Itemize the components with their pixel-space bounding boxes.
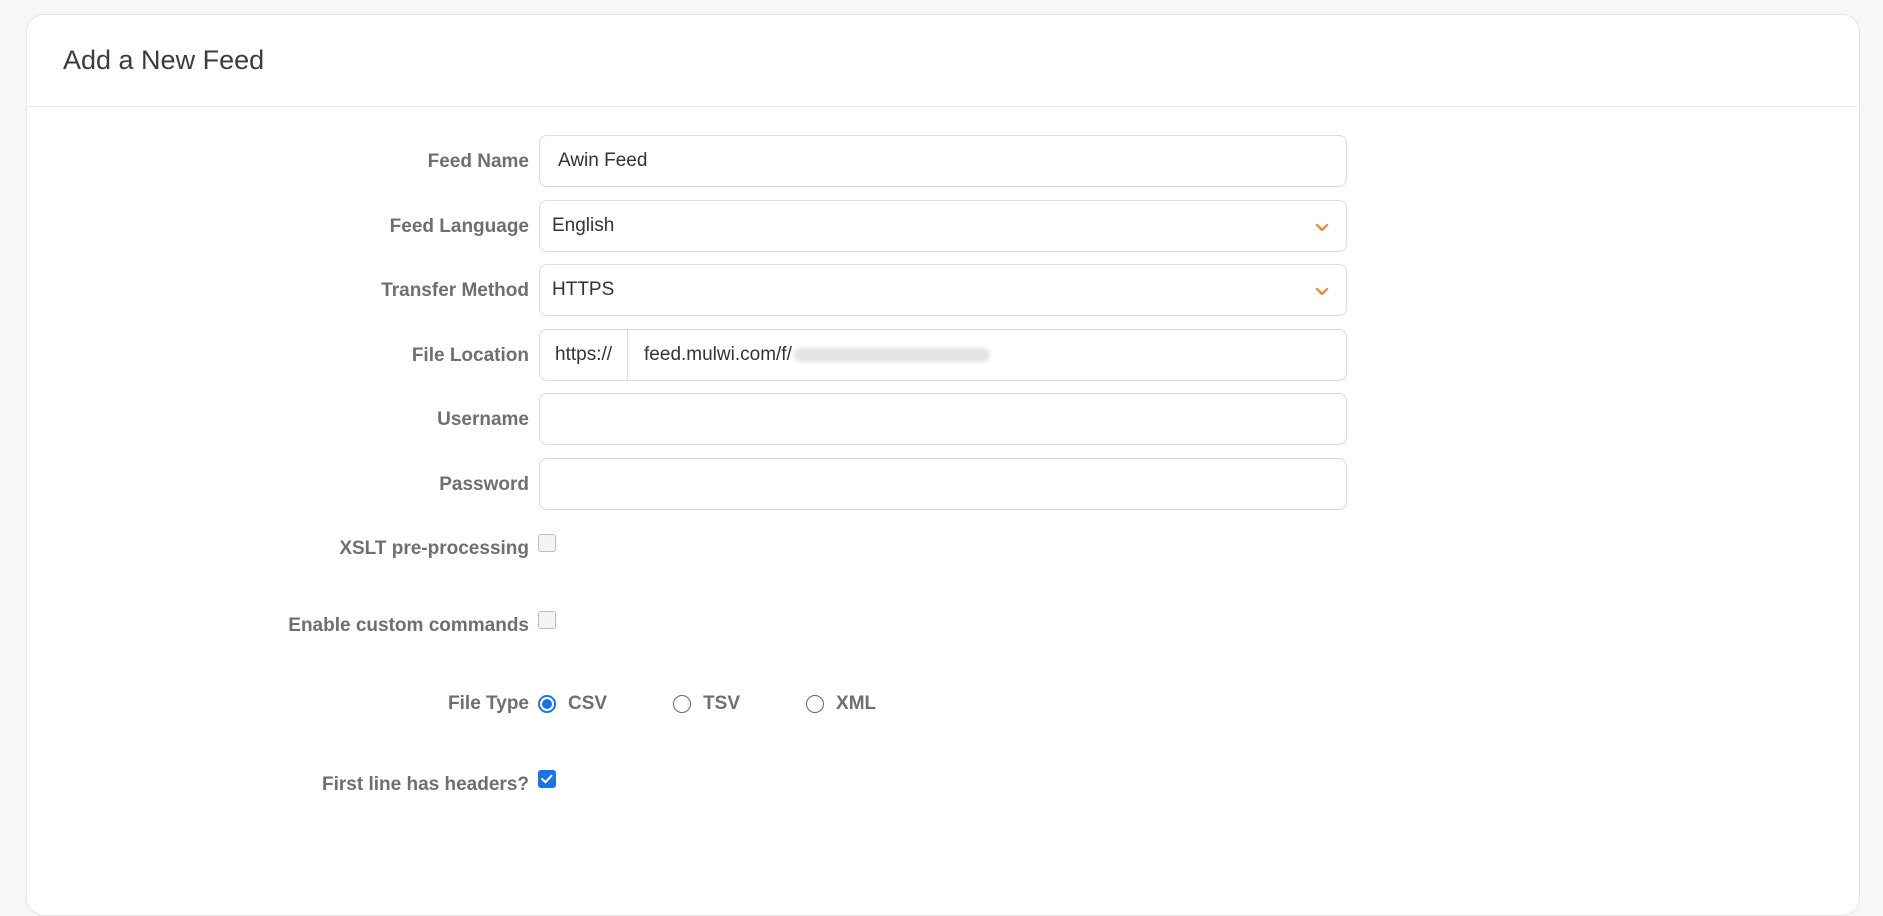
file-location-value: feed.mulwi.com/f/ bbox=[644, 344, 792, 365]
transfer-method-value: HTTPS bbox=[552, 279, 615, 300]
file-type-option-csv[interactable]: CSV bbox=[538, 693, 607, 715]
headers-row: First line has headers? bbox=[27, 758, 1859, 812]
file-type-option-xml[interactable]: XML bbox=[806, 693, 876, 715]
feed-name-input[interactable]: Awin Feed bbox=[539, 135, 1347, 187]
xslt-row: XSLT pre-processing bbox=[27, 522, 1859, 576]
feed-name-label: Feed Name bbox=[427, 151, 529, 172]
file-type-radio-group: CSV TSV XML bbox=[538, 677, 942, 731]
checkmark-icon bbox=[541, 774, 553, 784]
username-row: Username bbox=[27, 393, 1859, 447]
radio-xml[interactable] bbox=[806, 695, 825, 713]
url-scheme-prefix: https:// bbox=[540, 330, 629, 380]
file-location-row: File Location https:// feed.mulwi.com/f/ bbox=[27, 329, 1859, 383]
xslt-label: XSLT pre-processing bbox=[339, 538, 529, 559]
password-label: Password bbox=[439, 474, 529, 495]
feed-language-label: Feed Language bbox=[389, 216, 529, 237]
xslt-checkbox[interactable] bbox=[538, 534, 556, 552]
custom-commands-checkbox[interactable] bbox=[538, 611, 556, 629]
file-location-input[interactable]: https:// feed.mulwi.com/f/ bbox=[539, 329, 1347, 381]
radio-label-xml: XML bbox=[836, 693, 877, 714]
card-header: Add a New Feed bbox=[27, 15, 1859, 107]
chevron-down-icon bbox=[1315, 223, 1329, 232]
file-location-label: File Location bbox=[411, 345, 529, 366]
transfer-method-label: Transfer Method bbox=[381, 280, 529, 301]
feed-name-row: Feed Name Awin Feed bbox=[27, 135, 1859, 189]
feed-language-select[interactable]: English bbox=[539, 200, 1347, 252]
radio-tsv[interactable] bbox=[673, 695, 692, 713]
feed-language-row: Feed Language English bbox=[27, 200, 1859, 254]
feed-language-value: English bbox=[552, 215, 615, 236]
headers-label: First line has headers? bbox=[322, 774, 529, 795]
page-title: Add a New Feed bbox=[63, 45, 265, 75]
chevron-down-icon bbox=[1315, 287, 1329, 296]
radio-label-tsv: TSV bbox=[703, 693, 741, 714]
radio-csv[interactable] bbox=[538, 695, 556, 713]
username-label: Username bbox=[437, 409, 529, 430]
custom-commands-row: Enable custom commands bbox=[27, 599, 1859, 653]
feed-name-value: Awin Feed bbox=[558, 150, 648, 171]
password-input[interactable] bbox=[539, 458, 1347, 510]
file-type-row: File Type CSV TSV XML bbox=[27, 677, 1859, 731]
username-input[interactable] bbox=[539, 393, 1347, 445]
custom-commands-label: Enable custom commands bbox=[288, 615, 529, 636]
headers-checkbox[interactable] bbox=[538, 770, 556, 788]
radio-label-csv: CSV bbox=[568, 693, 608, 714]
password-row: Password bbox=[27, 458, 1859, 512]
file-type-label: File Type bbox=[448, 693, 529, 714]
transfer-method-row: Transfer Method HTTPS bbox=[27, 264, 1859, 318]
transfer-method-select[interactable]: HTTPS bbox=[539, 264, 1347, 316]
add-feed-card: Add a New Feed Feed Name Awin Feed Feed … bbox=[26, 14, 1860, 916]
file-type-option-tsv[interactable]: TSV bbox=[673, 693, 740, 715]
redacted-path bbox=[793, 348, 990, 362]
